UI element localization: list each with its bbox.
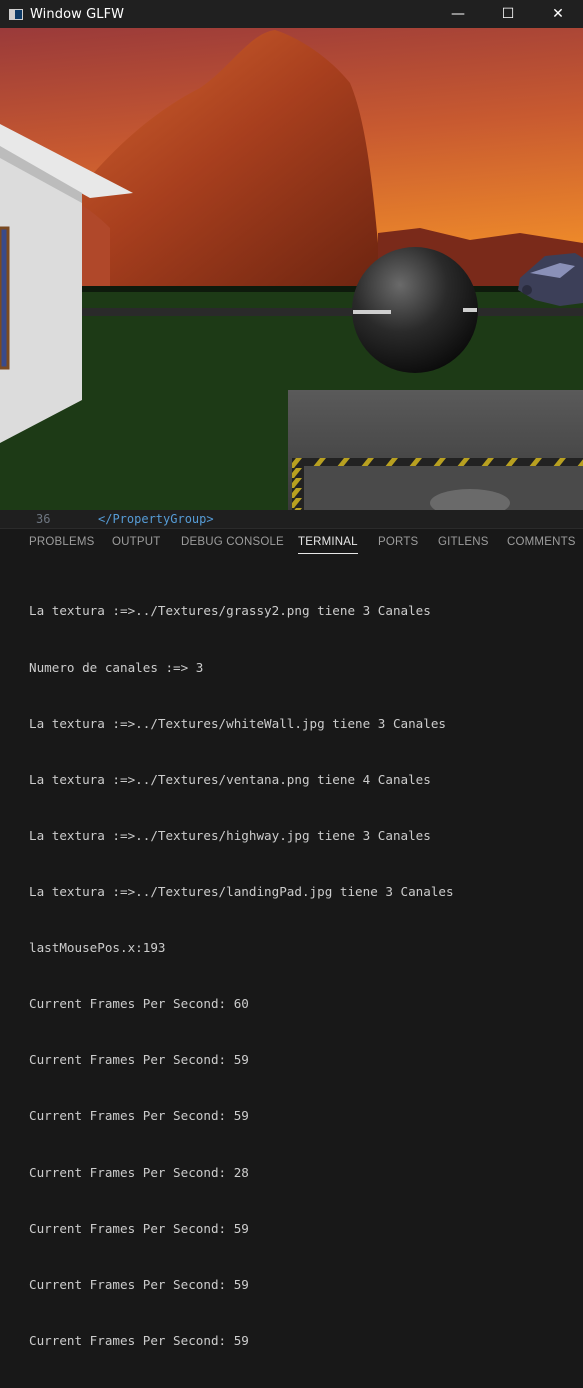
terminal-line: Current Frames Per Second: 59 <box>29 1220 249 1236</box>
terminal-line: La textura :=>../Textures/ventana.png ti… <box>29 771 431 787</box>
tab-output[interactable]: OUTPUT <box>112 536 160 548</box>
editor-background-line: 36 </PropertyGroup> <box>0 510 583 528</box>
terminal-line: Current Frames Per Second: 28 <box>29 1164 249 1180</box>
tab-problems[interactable]: PROBLEMS <box>29 536 95 548</box>
terminal-line: Current Frames Per Second: 59 <box>29 1332 249 1348</box>
terminal-output[interactable]: La textura :=>../Textures/grassy2.png ti… <box>29 565 454 1388</box>
code-text: </PropertyGroup> <box>98 512 214 526</box>
terminal-line: Current Frames Per Second: 60 <box>29 996 249 1012</box>
minimize-button[interactable]: — <box>433 0 483 28</box>
terminal-line: La textura :=>../Textures/landingPad.jpg… <box>29 883 454 899</box>
tab-gitlens[interactable]: GITLENS <box>438 536 489 548</box>
highway <box>80 308 583 316</box>
terminal-line: La textura :=>../Textures/grassy2.png ti… <box>29 603 431 619</box>
glfw-window: Window GLFW — ☐ ✕ <box>0 0 583 510</box>
tab-debug-console[interactable]: DEBUG CONSOLE <box>181 536 284 548</box>
terminal-line: Current Frames Per Second: 59 <box>29 1276 249 1292</box>
terminal-line: La textura :=>../Textures/whiteWall.jpg … <box>29 715 447 731</box>
window-title: Window GLFW <box>30 6 125 22</box>
window-titlebar[interactable]: Window GLFW — ☐ ✕ <box>0 0 583 28</box>
tab-ports[interactable]: PORTS <box>378 536 418 548</box>
code-line: </PropertyGroup> <box>98 512 214 526</box>
line-number: 36 <box>36 512 51 526</box>
app-window-icon <box>9 8 23 20</box>
panel-tabs: PROBLEMS OUTPUT DEBUG CONSOLE TERMINAL P… <box>0 529 583 559</box>
bottom-panel: PROBLEMS OUTPUT DEBUG CONSOLE TERMINAL P… <box>0 528 583 1348</box>
terminal-line: Current Frames Per Second: 59 <box>29 1108 249 1124</box>
terminal-line: Numero de canales :=> 3 <box>29 659 204 675</box>
terminal-line: La textura :=>../Textures/highway.jpg ti… <box>29 827 431 843</box>
maximize-button[interactable]: ☐ <box>483 0 533 28</box>
tab-terminal[interactable]: TERMINAL <box>298 536 358 554</box>
house-window <box>0 226 10 370</box>
tab-comments[interactable]: COMMENTS <box>507 536 576 548</box>
terminal-line: Current Frames Per Second: 59 <box>29 1052 249 1068</box>
terminal-line: lastMousePos.x:193 <box>29 940 166 956</box>
opengl-scene-viewport[interactable] <box>0 28 583 510</box>
close-button[interactable]: ✕ <box>533 0 583 28</box>
